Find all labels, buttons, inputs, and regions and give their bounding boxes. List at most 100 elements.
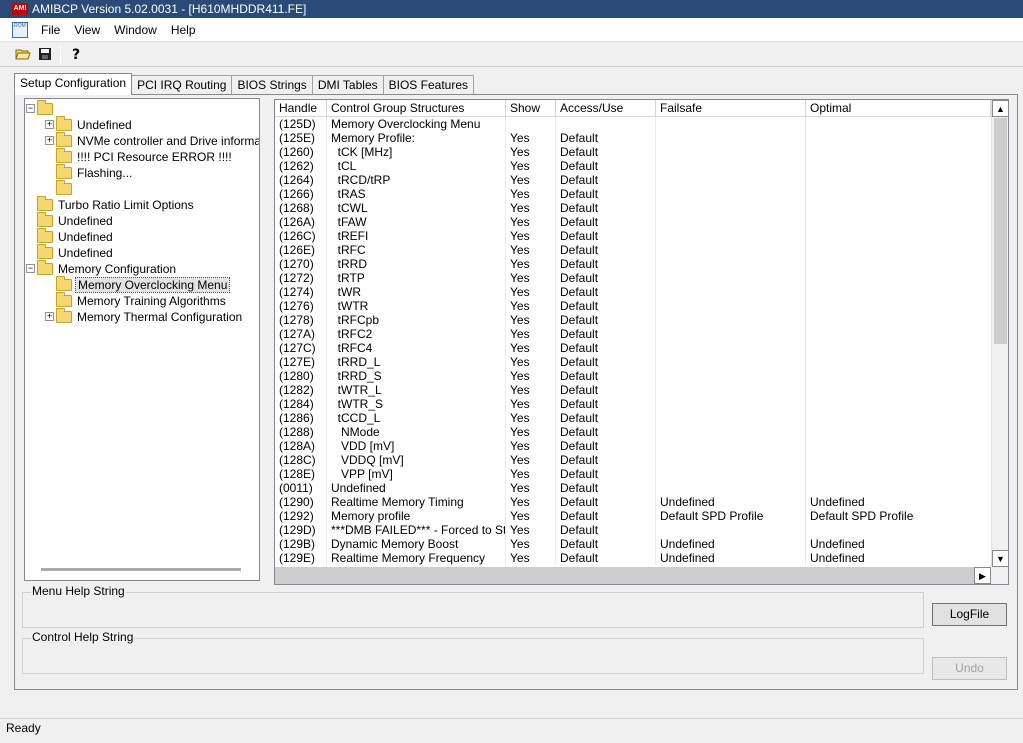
access-cell[interactable]: Default [556,467,656,481]
tree-node[interactable]: + NVMe controller and Drive information [45,132,259,149]
show-cell[interactable]: Yes [506,271,556,285]
access-cell[interactable]: Default [556,397,656,411]
failsafe-cell[interactable] [656,173,806,187]
optimal-cell[interactable] [806,215,991,229]
access-cell[interactable]: Default [556,131,656,145]
failsafe-cell[interactable]: Undefined [656,495,806,509]
failsafe-cell[interactable] [656,467,806,481]
table-row[interactable]: (0011) Undefined Yes Default [275,481,991,495]
access-cell[interactable]: Default [556,271,656,285]
optimal-cell[interactable]: Default SPD Profile [806,509,991,523]
tree-node[interactable]: Memory Training Algorithms [56,292,228,309]
access-cell[interactable]: Default [556,537,656,551]
failsafe-cell[interactable] [656,201,806,215]
table-row[interactable]: (126E) tRFC Yes Default [275,243,991,257]
table-row[interactable]: (1288) NMode Yes Default [275,425,991,439]
table-row[interactable]: (128A) VDD [mV] Yes Default [275,439,991,453]
show-cell[interactable]: Yes [506,201,556,215]
menu-window[interactable]: Window [107,23,164,37]
failsafe-cell[interactable] [656,145,806,159]
table-row[interactable]: (126C) tREFI Yes Default [275,229,991,243]
collapse-icon[interactable]: − [26,264,35,273]
optimal-cell[interactable] [806,481,991,495]
menu-view[interactable]: View [67,23,107,37]
optimal-cell[interactable] [806,117,991,131]
show-cell[interactable]: Yes [506,341,556,355]
failsafe-cell[interactable] [656,271,806,285]
tab-pci-irq-routing[interactable]: PCI IRQ Routing [131,75,233,95]
failsafe-cell[interactable] [656,523,806,537]
optimal-cell[interactable]: Undefined [806,537,991,551]
optimal-cell[interactable] [806,173,991,187]
access-cell[interactable]: Default [556,411,656,425]
access-cell[interactable]: Default [556,243,656,257]
table-row[interactable]: (129D) ***DMB FAILED*** - Forced to St...… [275,523,991,537]
scroll-right-arrow-icon[interactable]: ▶ [974,567,991,584]
optimal-cell[interactable] [806,229,991,243]
failsafe-cell[interactable] [656,383,806,397]
show-cell[interactable]: Yes [506,173,556,187]
show-cell[interactable]: Yes [506,243,556,257]
optimal-cell[interactable] [806,285,991,299]
show-cell[interactable]: Yes [506,383,556,397]
table-row[interactable]: (1282) tWTR_L Yes Default [275,383,991,397]
access-cell[interactable]: Default [556,285,656,299]
table-row[interactable]: (1266) tRAS Yes Default [275,187,991,201]
show-cell[interactable]: Yes [506,313,556,327]
failsafe-cell[interactable] [656,397,806,411]
show-cell[interactable]: Yes [506,145,556,159]
show-cell[interactable]: Yes [506,495,556,509]
table-row[interactable]: (127C) tRFC4 Yes Default [275,341,991,355]
show-cell[interactable]: Yes [506,411,556,425]
optimal-cell[interactable] [806,201,991,215]
failsafe-cell[interactable] [656,131,806,145]
optimal-cell[interactable] [806,369,991,383]
show-cell[interactable]: Yes [506,131,556,145]
failsafe-cell[interactable]: Undefined [656,537,806,551]
table-row[interactable]: (1284) tWTR_S Yes Default [275,397,991,411]
optimal-cell[interactable] [806,271,991,285]
table-row[interactable]: (1270) tRRD Yes Default [275,257,991,271]
show-cell[interactable]: Yes [506,369,556,383]
show-cell[interactable] [506,117,556,131]
table-row[interactable]: (1286) tCCD_L Yes Default [275,411,991,425]
table-row[interactable]: (1292) Memory profile Yes Default Default SP… [275,509,991,523]
optimal-cell[interactable] [806,439,991,453]
table-row[interactable]: (1274) tWR Yes Default [275,285,991,299]
failsafe-cell[interactable] [656,117,806,131]
failsafe-cell[interactable] [656,187,806,201]
failsafe-cell[interactable] [656,481,806,495]
optimal-cell[interactable] [806,453,991,467]
access-cell[interactable]: Default [556,257,656,271]
show-cell[interactable]: Yes [506,257,556,271]
access-cell[interactable]: Default [556,383,656,397]
show-cell[interactable]: Yes [506,299,556,313]
tab-bios-strings[interactable]: BIOS Strings [231,75,313,95]
access-cell[interactable]: Default [556,481,656,495]
show-cell[interactable]: Yes [506,551,556,565]
table-row[interactable]: (129B) Dynamic Memory Boost Yes Default Unde… [275,537,991,551]
access-cell[interactable]: Default [556,341,656,355]
failsafe-cell[interactable] [656,425,806,439]
tab-dmi-tables[interactable]: DMI Tables [311,75,384,95]
optimal-cell[interactable] [806,243,991,257]
optimal-cell[interactable]: Undefined [806,495,991,509]
column-header-show[interactable]: Show [506,100,556,117]
access-cell[interactable]: Default [556,439,656,453]
tree-node[interactable]: Flashing... [56,164,134,181]
control-grid[interactable]: Handle Control Group Structures Show Acc… [274,99,1009,585]
failsafe-cell[interactable] [656,439,806,453]
access-cell[interactable]: Default [556,425,656,439]
table-row[interactable]: (127E) tRRD_L Yes Default [275,355,991,369]
failsafe-cell[interactable] [656,257,806,271]
show-cell[interactable]: Yes [506,481,556,495]
show-cell[interactable]: Yes [506,439,556,453]
table-row[interactable]: (1276) tWTR Yes Default [275,299,991,313]
optimal-cell[interactable] [806,425,991,439]
show-cell[interactable]: Yes [506,327,556,341]
optimal-cell[interactable] [806,411,991,425]
show-cell[interactable]: Yes [506,467,556,481]
tab-bios-features[interactable]: BIOS Features [382,75,474,95]
failsafe-cell[interactable] [656,355,806,369]
show-cell[interactable]: Yes [506,523,556,537]
